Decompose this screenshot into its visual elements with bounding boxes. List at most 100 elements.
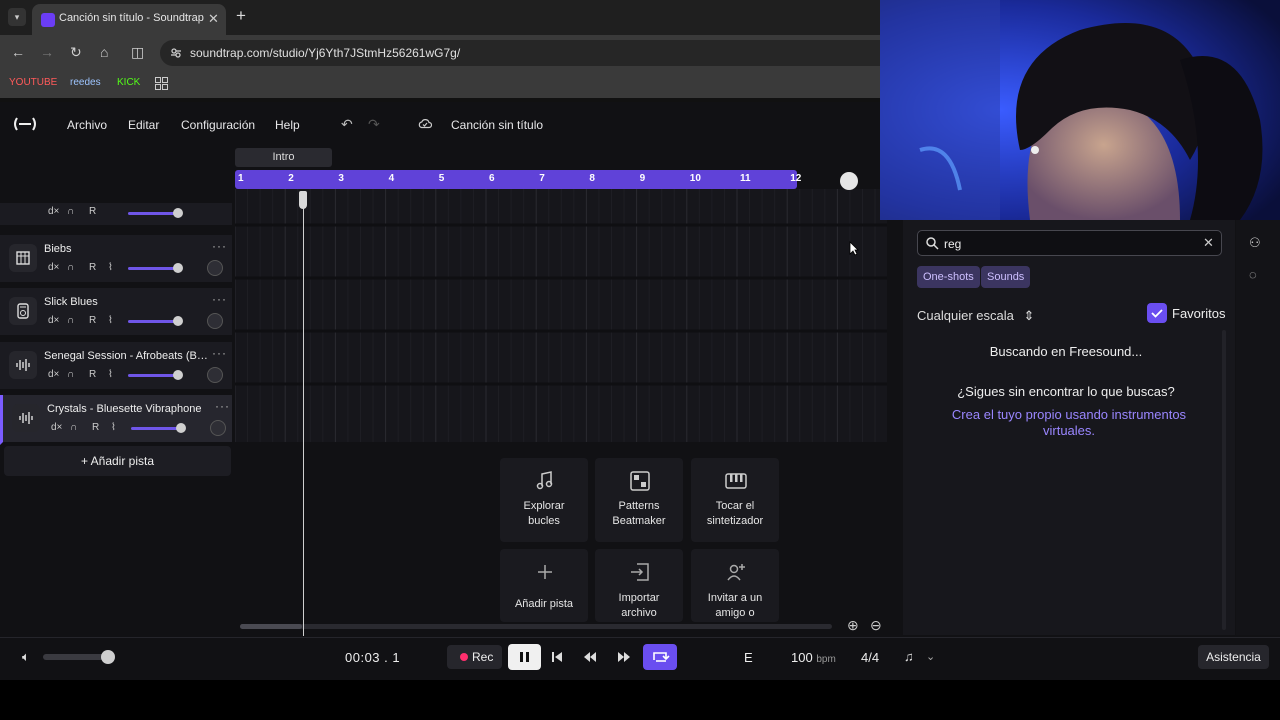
clear-search-icon[interactable]: ✕ [1203, 235, 1214, 251]
headphones-icon[interactable]: ∩ [67, 262, 74, 273]
help-button[interactable]: Asistencia [1198, 645, 1269, 669]
track-row[interactable]: Senegal Session - Afrobeats (Br... ··· d… [0, 341, 232, 392]
pan-knob[interactable] [210, 419, 226, 436]
volume-knob[interactable] [173, 263, 183, 273]
collaborators-icon[interactable]: ⚇ [1249, 235, 1261, 251]
rewind-icon[interactable] [583, 651, 597, 663]
time-signature[interactable]: 4/4 [861, 650, 879, 665]
zoom-out-icon[interactable]: ⊖ [870, 617, 882, 634]
track-more-icon[interactable]: ··· [212, 292, 227, 306]
automation-icon[interactable]: ⌇ [108, 262, 113, 273]
track-more-icon[interactable]: ··· [212, 239, 227, 253]
menu-archivo[interactable]: Archivo [67, 118, 107, 132]
chip-sounds[interactable]: Sounds [981, 266, 1031, 288]
apps-grid-icon[interactable] [155, 77, 168, 90]
volume-knob[interactable] [173, 316, 183, 327]
loop-search-input[interactable]: reg ✕ [917, 230, 1222, 256]
record-arm-button[interactable]: R [89, 315, 96, 326]
site-info-icon[interactable] [170, 47, 182, 59]
split-view-icon[interactable]: ◫ [131, 44, 144, 61]
undo-icon[interactable]: ↶ [341, 116, 353, 133]
mute-icon[interactable]: d× [48, 206, 59, 217]
track-name[interactable]: Senegal Session - Afrobeats (Br... [44, 350, 209, 362]
timeline-ruler[interactable]: 1 2 3 4 5 6 7 8 9 10 11 12 [235, 170, 801, 189]
panel-scrollbar[interactable] [1222, 330, 1226, 630]
tab-list-button[interactable]: ▾ [8, 8, 26, 26]
bookmark-youtube[interactable]: YOUTUBE [9, 77, 57, 88]
track-row[interactable]: Crystals - Bluesette Vibraphone ··· d× ∩… [0, 394, 232, 445]
horizontal-scrollbar[interactable] [240, 624, 832, 629]
headphones-icon[interactable]: ∩ [67, 369, 74, 380]
mute-icon[interactable]: d× [48, 262, 59, 273]
redo-icon[interactable]: ↷ [368, 116, 380, 133]
pause-button[interactable] [508, 644, 541, 670]
chat-icon[interactable]: ◌ [1249, 267, 1257, 282]
soundtrap-logo-icon[interactable] [12, 116, 38, 132]
mute-icon[interactable]: d× [48, 369, 59, 380]
reload-icon[interactable]: ↻ [70, 44, 82, 61]
record-arm-button[interactable]: R [89, 262, 96, 273]
record-arm-button[interactable]: R [89, 206, 96, 217]
pan-knob[interactable] [207, 260, 223, 276]
action-tile[interactable]: Patterns Beatmaker [595, 458, 683, 542]
add-track-button[interactable]: + Añadir pista [4, 446, 231, 476]
automation-icon[interactable]: ⌇ [108, 369, 113, 380]
headphones-icon[interactable]: ∩ [67, 206, 74, 217]
record-arm-button[interactable]: R [89, 369, 96, 380]
bookmark-reedes[interactable]: reedes [70, 77, 101, 88]
action-tile[interactable]: Invitar a un amigo o [691, 549, 779, 622]
back-icon[interactable]: ← [11, 44, 25, 60]
menu-configuracion[interactable]: Configuración [181, 118, 255, 132]
forward-icon[interactable]: → [40, 44, 54, 60]
chevron-down-icon[interactable]: ⌄ [926, 650, 935, 663]
create-instrument-link[interactable]: Crea el tuyo propio usando instrumentos … [945, 407, 1193, 439]
tuner-icon[interactable]: ♫ [904, 649, 914, 664]
metronome-toggle-icon[interactable] [840, 172, 858, 190]
menu-editar[interactable]: Editar [128, 118, 159, 132]
pan-knob[interactable] [207, 313, 223, 330]
action-tile[interactable]: Importar archivo [595, 549, 683, 622]
track-more-icon[interactable]: ··· [215, 399, 230, 413]
automation-icon[interactable]: ⌇ [108, 315, 113, 326]
scrollbar-thumb[interactable] [240, 624, 302, 629]
home-icon[interactable]: ⌂ [100, 44, 108, 60]
track-row[interactable]: Slick Blues ··· d× ∩ R ⌇ [0, 288, 232, 339]
action-tile[interactable]: Añadir pista [500, 549, 588, 622]
track-name[interactable]: Slick Blues [44, 296, 209, 308]
favorites-checkbox[interactable] [1147, 303, 1167, 323]
action-tile[interactable]: Explorar bucles [500, 458, 588, 542]
record-button[interactable]: Rec [447, 645, 502, 669]
master-volume-icon[interactable]: 🔈︎ [22, 649, 30, 665]
headphones-icon[interactable]: ∩ [67, 315, 74, 326]
bookmark-kick[interactable]: KICK [117, 77, 140, 88]
track-more-icon[interactable]: ··· [212, 346, 227, 360]
master-volume-knob[interactable] [101, 650, 115, 664]
master-volume-slider[interactable] [43, 654, 109, 660]
menu-help[interactable]: Help [275, 118, 300, 132]
song-title[interactable]: Canción sin título [451, 118, 543, 132]
scale-select[interactable]: Cualquier escala ⇕ [917, 308, 1034, 324]
zoom-in-icon[interactable]: ⊕ [847, 617, 859, 634]
mute-icon[interactable]: d× [51, 422, 62, 433]
track-row[interactable]: Biebs ··· d× ∩ R ⌇ [0, 235, 232, 285]
fast-forward-icon[interactable] [617, 651, 631, 663]
pan-knob[interactable] [207, 366, 223, 383]
tempo-display[interactable]: 100 bpm [791, 650, 836, 665]
section-marker[interactable]: Intro [235, 148, 332, 167]
key-display[interactable]: E [744, 650, 753, 665]
browser-tab[interactable]: Canción sin título - Soundtrap ✕ [32, 4, 226, 35]
track-name[interactable]: Crystals - Bluesette Vibraphone [47, 403, 212, 415]
volume-knob[interactable] [176, 422, 186, 433]
chip-one-shots[interactable]: One-shots [917, 266, 980, 288]
new-tab-icon[interactable]: + [236, 6, 246, 26]
mute-icon[interactable]: d× [48, 315, 59, 326]
loop-button[interactable] [643, 644, 677, 670]
headphones-icon[interactable]: ∩ [70, 422, 77, 433]
playhead-handle[interactable] [299, 191, 307, 209]
action-tile[interactable]: Tocar el sintetizador [691, 458, 779, 542]
volume-knob[interactable] [173, 208, 183, 218]
record-arm-button[interactable]: R [92, 422, 99, 433]
close-tab-icon[interactable]: ✕ [208, 11, 219, 27]
volume-knob[interactable] [173, 369, 183, 380]
track-grid[interactable] [235, 189, 887, 442]
